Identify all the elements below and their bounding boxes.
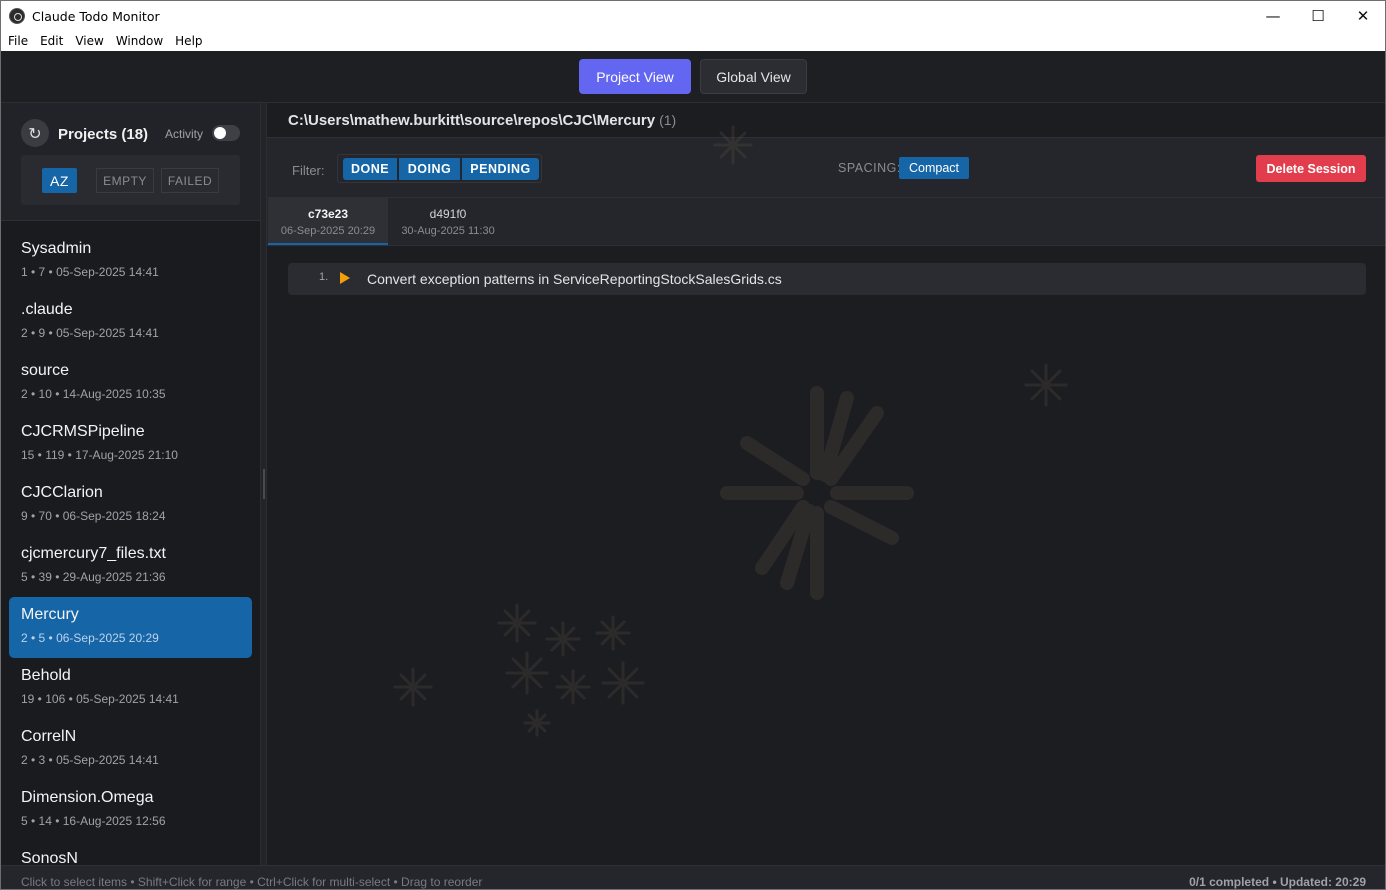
app-logo-icon (9, 8, 25, 24)
project-meta: 2 • 10 • 14-Aug-2025 10:35 (21, 387, 166, 401)
project-item[interactable]: Dimension.Omega 5 • 14 • 16-Aug-2025 12:5… (9, 780, 252, 841)
project-name: CJCRMSPipeline (21, 423, 145, 440)
filter-done-button[interactable]: DONE (343, 158, 397, 180)
filter-failed-button[interactable]: FAILED (161, 168, 219, 193)
session-id: c73e23 (307, 207, 349, 221)
activity-label: Activity (165, 127, 204, 141)
menu-edit[interactable]: Edit (40, 34, 63, 48)
project-meta: 1 • 7 • 05-Sep-2025 14:41 (21, 265, 159, 279)
close-button[interactable]: ✕ (1340, 1, 1385, 31)
starburst-small-icon (1024, 363, 1068, 407)
project-item[interactable]: Behold 19 • 106 • 05-Sep-2025 14:41 (9, 658, 252, 719)
project-name: SonosN (21, 850, 78, 865)
completion-status: 0/1 completed • Updated: 20:29 (1189, 875, 1366, 889)
session-date: 06-Sep-2025 20:29 (280, 225, 376, 237)
spacing-label: SPACING: (838, 161, 901, 175)
app-window: Claude Todo Monitor — ☐ ✕ File Edit View… (0, 0, 1386, 890)
delete-session-button[interactable]: Delete Session (1256, 155, 1366, 182)
filter-bar: Filter: DONE DOING PENDING SPACING: Comp… (267, 137, 1385, 198)
project-meta: 5 • 14 • 16-Aug-2025 12:56 (21, 814, 166, 828)
project-name: Dimension.Omega (21, 789, 154, 806)
session-date: 30-Aug-2025 11:30 (401, 225, 495, 237)
global-view-button[interactable]: Global View (700, 59, 807, 94)
todo-item[interactable]: 1. Convert exception patterns in Service… (288, 263, 1366, 295)
session-count: (1) (659, 112, 677, 128)
project-item[interactable]: CJCRMSPipeline 15 • 119 • 17-Aug-2025 21:… (9, 414, 252, 475)
project-name: Behold (21, 667, 71, 684)
session-tab-d491f0[interactable]: d491f0 30-Aug-2025 11:30 (388, 198, 508, 245)
project-name: Sysadmin (21, 240, 92, 257)
project-item[interactable]: Sysadmin 1 • 7 • 05-Sep-2025 14:41 (9, 231, 252, 292)
project-name: .claude (21, 301, 73, 318)
session-tabs: c73e23 06-Sep-2025 20:29 d491f0 30-Aug-2… (267, 198, 1385, 246)
project-meta: 2 • 3 • 05-Sep-2025 14:41 (21, 753, 159, 767)
project-view-button[interactable]: Project View (579, 59, 691, 94)
todo-number: 1. (319, 271, 329, 283)
project-path-text: C:\Users\mathew.burkitt\source\repos\CJC… (288, 112, 656, 129)
menu-window[interactable]: Window (116, 34, 163, 48)
project-name: CorrelN (21, 728, 77, 745)
refresh-icon[interactable]: ↻ (21, 119, 49, 147)
spacing-compact-button[interactable]: Compact (899, 157, 969, 179)
maximize-button[interactable]: ☐ (1295, 1, 1341, 31)
filter-label: Filter: (292, 163, 325, 178)
session-id: d491f0 (429, 207, 467, 221)
project-meta: 15 • 119 • 17-Aug-2025 21:10 (21, 448, 178, 462)
project-name: Mercury (21, 606, 79, 623)
status-bar: Click to select items • Shift+Click for … (1, 865, 1385, 889)
sort-az-button[interactable]: AZ (42, 168, 77, 193)
project-path: C:\Users\mathew.burkitt\source\repos\CJC… (288, 112, 676, 129)
main-panel: C:\Users\mathew.burkitt\source\repos\CJC… (267, 103, 1385, 865)
sort-controls: AZ EMPTY FAILED (21, 155, 240, 205)
title-bar: Claude Todo Monitor — ☐ ✕ (1, 1, 1385, 31)
filter-pending-button[interactable]: PENDING (462, 158, 539, 180)
project-name: source (21, 362, 70, 379)
filter-group: DONE DOING PENDING (337, 154, 542, 183)
starburst-cluster-icon (393, 603, 645, 737)
menu-file[interactable]: File (8, 34, 28, 48)
project-item[interactable]: SonosN (9, 841, 252, 865)
doing-arrow-icon (340, 272, 350, 284)
project-item[interactable]: cjcmercury7_files.txt 5 • 39 • 29-Aug-202… (9, 536, 252, 597)
projects-sidebar: ↻ Projects (18) Activity AZ EMPTY FAILED… (1, 103, 260, 865)
project-name: CJCClarion (21, 484, 103, 501)
panel-splitter[interactable] (260, 103, 267, 865)
project-meta: 5 • 39 • 29-Aug-2025 21:36 (21, 570, 166, 584)
project-item[interactable]: CJCClarion 9 • 70 • 06-Sep-2025 18:24 (9, 475, 252, 536)
menu-bar: File Edit View Window Help (1, 31, 1385, 51)
project-meta: 2 • 9 • 05-Sep-2025 14:41 (21, 326, 159, 340)
sidebar-header: ↻ Projects (18) Activity AZ EMPTY FAILED (1, 103, 260, 221)
session-tab-c73e23[interactable]: c73e23 06-Sep-2025 20:29 (268, 198, 388, 245)
starburst-small-icon (713, 125, 753, 165)
project-item[interactable]: source 2 • 10 • 14-Aug-2025 10:35 (9, 353, 252, 414)
view-switcher: Project View Global View (1, 51, 1385, 103)
project-meta: 19 • 106 • 05-Sep-2025 14:41 (21, 692, 179, 706)
activity-toggle[interactable] (212, 125, 240, 141)
menu-view[interactable]: View (75, 34, 103, 48)
minimize-button[interactable]: — (1250, 1, 1296, 31)
project-item-selected[interactable]: Mercury 2 • 5 • 06-Sep-2025 20:29 (9, 597, 252, 658)
interaction-hint: Click to select items • Shift+Click for … (21, 875, 483, 889)
splitter-grip[interactable] (263, 469, 265, 499)
filter-doing-button[interactable]: DOING (399, 158, 460, 180)
project-item[interactable]: .claude 2 • 9 • 05-Sep-2025 14:41 (9, 292, 252, 353)
project-meta: 9 • 70 • 06-Sep-2025 18:24 (21, 509, 166, 523)
project-name: cjcmercury7_files.txt (21, 545, 166, 562)
starburst-decoration (720, 386, 914, 600)
filter-empty-button[interactable]: EMPTY (96, 168, 154, 193)
project-list: Sysadmin 1 • 7 • 05-Sep-2025 14:41 .claud… (1, 231, 260, 865)
todo-text: Convert exception patterns in ServiceRep… (367, 271, 782, 287)
menu-help[interactable]: Help (175, 34, 202, 48)
window-title: Claude Todo Monitor (32, 9, 160, 24)
project-item[interactable]: CorrelN 2 • 3 • 05-Sep-2025 14:41 (9, 719, 252, 780)
projects-title: Projects (18) (58, 126, 149, 143)
project-meta: 2 • 5 • 06-Sep-2025 20:29 (21, 631, 159, 645)
